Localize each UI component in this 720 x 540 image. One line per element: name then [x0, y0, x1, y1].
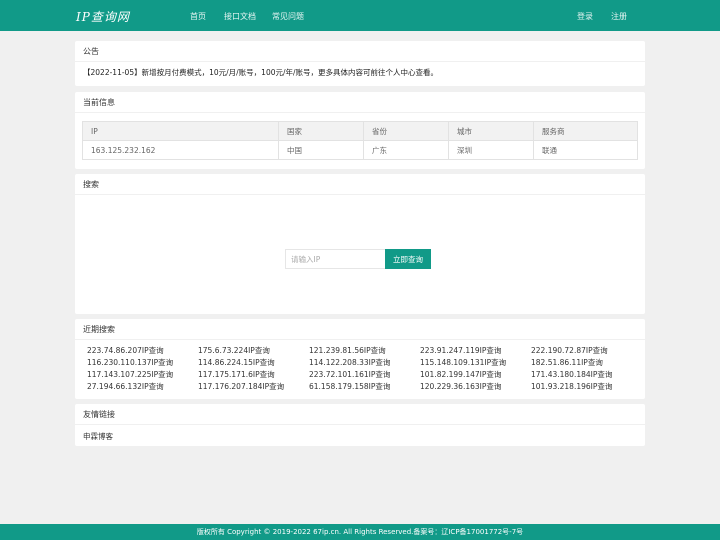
search-card: 搜索 立即查询	[75, 174, 645, 314]
column-header-ip: IP	[82, 121, 279, 141]
cell-country: 中国	[278, 140, 364, 160]
footer-copyright: 版权所有 Copyright © 2019-2022 67ip.cn. All …	[196, 528, 524, 536]
recent-search-link[interactable]: 175.6.73.224IP查询	[198, 346, 309, 356]
notice-card: 公告 【2022-11-05】新增按月付费模式，10元/月/账号，100元/年/…	[75, 41, 645, 86]
current-info-card: 当前信息 IP 国家 省份 城市 服务商 163.125.232.162 中国 …	[75, 92, 645, 169]
recent-search-link[interactable]: 27.194.66.132IP查询	[87, 382, 198, 392]
login-link[interactable]: 登录	[577, 11, 593, 22]
recent-search-link[interactable]: 114.86.224.15IP查询	[198, 358, 309, 368]
recent-search-link[interactable]: 223.91.247.119IP查询	[420, 346, 531, 356]
search-title: 搜索	[75, 174, 645, 195]
table-row: 163.125.232.162 中国 广东 深圳 联通	[82, 140, 638, 160]
recent-search-card: 近期搜索 223.74.86.207IP查询 175.6.73.224IP查询 …	[75, 319, 645, 399]
recent-search-title: 近期搜索	[75, 319, 645, 340]
column-header-city: 城市	[448, 121, 534, 141]
column-header-isp: 服务商	[533, 121, 638, 141]
recent-search-link[interactable]: 182.51.86.11IP查询	[531, 358, 642, 368]
register-link[interactable]: 注册	[611, 11, 627, 22]
site-logo[interactable]: IP查询网	[76, 8, 130, 25]
notice-title: 公告	[75, 41, 645, 62]
recent-search-link[interactable]: 117.176.207.184IP查询	[198, 382, 309, 392]
recent-search-link[interactable]: 121.239.81.56IP查询	[309, 346, 420, 356]
search-submit-button[interactable]: 立即查询	[385, 249, 431, 269]
recent-search-link[interactable]: 101.93.218.196IP查询	[531, 382, 642, 392]
nav-api-docs-link[interactable]: 接口文档	[224, 11, 256, 22]
recent-search-link[interactable]: 117.143.107.225IP查询	[87, 370, 198, 380]
recent-search-link[interactable]: 120.229.36.163IP查询	[420, 382, 531, 392]
notice-text: 【2022-11-05】新增按月付费模式，10元/月/账号，100元/年/账号，…	[83, 68, 439, 77]
footer: 版权所有 Copyright © 2019-2022 67ip.cn. All …	[0, 524, 720, 540]
nav-faq-link[interactable]: 常见问题	[272, 11, 304, 22]
recent-search-list: 223.74.86.207IP查询 175.6.73.224IP查询 121.2…	[87, 346, 642, 392]
recent-search-link[interactable]: 223.72.101.161IP查询	[309, 370, 420, 380]
recent-search-link[interactable]: 114.122.208.33IP查询	[309, 358, 420, 368]
recent-search-link[interactable]: 61.158.179.158IP查询	[309, 382, 420, 392]
column-header-country: 国家	[278, 121, 364, 141]
recent-search-link[interactable]: 223.74.86.207IP查询	[87, 346, 198, 356]
recent-search-link[interactable]: 116.230.110.137IP查询	[87, 358, 198, 368]
recent-search-link[interactable]: 101.82.199.147IP查询	[420, 370, 531, 380]
ip-search-input[interactable]	[285, 249, 385, 269]
table-header-row: IP 国家 省份 城市 服务商	[82, 121, 638, 141]
friend-link-item[interactable]: 申霖博客	[83, 432, 113, 441]
friend-links-list: 申霖博客	[75, 425, 645, 448]
cell-province: 广东	[363, 140, 449, 160]
current-info-table: IP 国家 省份 城市 服务商 163.125.232.162 中国 广东 深圳…	[82, 121, 638, 160]
recent-search-link[interactable]: 115.148.109.131IP查询	[420, 358, 531, 368]
recent-search-link[interactable]: 222.190.72.87IP查询	[531, 346, 642, 356]
cell-isp: 联通	[533, 140, 638, 160]
nav-home-link[interactable]: 首页	[190, 11, 206, 22]
current-info-title: 当前信息	[75, 92, 645, 113]
column-header-province: 省份	[363, 121, 449, 141]
friend-links-card: 友情链接 申霖博客	[75, 404, 645, 446]
cell-city: 深圳	[448, 140, 534, 160]
top-nav-bar: IP查询网 首页 接口文档 常见问题 登录 注册	[0, 0, 720, 31]
recent-search-link[interactable]: 171.43.180.184IP查询	[531, 370, 642, 380]
recent-search-link[interactable]: 117.175.171.6IP查询	[198, 370, 309, 380]
friend-links-title: 友情链接	[75, 404, 645, 425]
cell-ip: 163.125.232.162	[82, 140, 279, 160]
